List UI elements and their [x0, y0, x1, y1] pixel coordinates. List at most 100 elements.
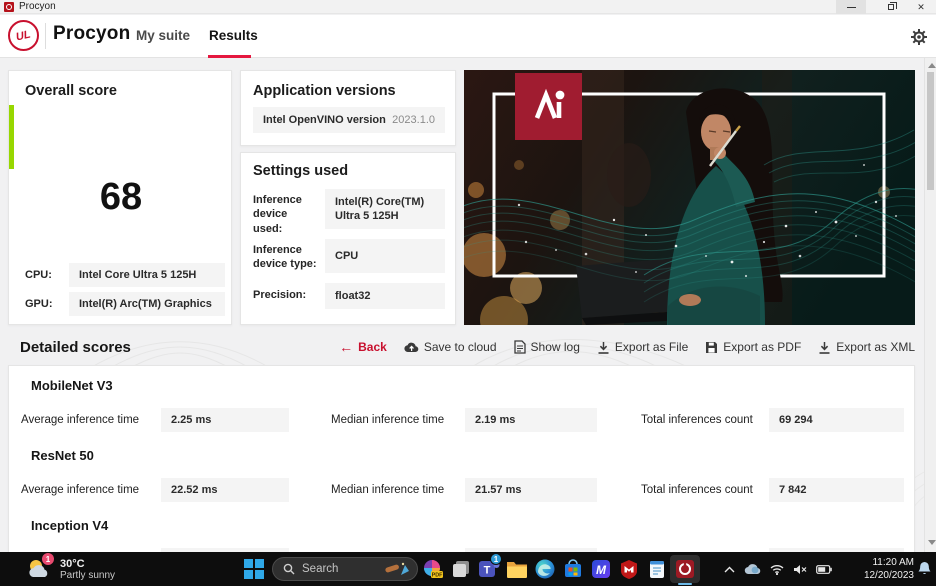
svg-text:M: M: [596, 563, 607, 577]
hero-image: [464, 70, 915, 325]
onedrive-icon[interactable]: [744, 563, 761, 575]
taskbar-app-designer[interactable]: PDF: [420, 557, 444, 581]
gpu-label: GPU:: [25, 298, 53, 310]
taskbar-app-procyon[interactable]: [670, 555, 700, 583]
document-icon: [513, 340, 526, 354]
notification-count-badge: 1: [42, 553, 54, 565]
cloud-upload-icon: [404, 342, 419, 353]
gpu-value-field: Intel(R) Arc(TM) Graphics: [69, 292, 225, 316]
start-button[interactable]: [244, 559, 264, 579]
notification-bell-icon[interactable]: [918, 561, 931, 581]
svg-text:PDF: PDF: [432, 572, 443, 578]
median-inference-label: Median inference time: [331, 484, 445, 496]
task-view-icon[interactable]: [449, 557, 473, 581]
export-as-xml-button[interactable]: Export as XML: [818, 340, 915, 354]
taskbar-app-edge[interactable]: [533, 557, 557, 581]
export-as-file-button[interactable]: Export as File: [597, 340, 688, 354]
model-name: MobileNet V3: [31, 378, 113, 393]
edge-icon: [535, 559, 555, 579]
tray-chevron-icon[interactable]: [724, 566, 735, 573]
taskbar-app-mcafee[interactable]: [617, 557, 641, 581]
taskbar-app-notepad[interactable]: [645, 557, 669, 581]
scrollbar-thumb[interactable]: [927, 72, 934, 190]
search-box[interactable]: Search: [272, 557, 418, 581]
window-title-bar: Procyon ✕: [0, 0, 936, 14]
svg-text:T: T: [484, 565, 491, 577]
weather-widget[interactable]: 1 30°C Partly sunny: [26, 553, 176, 583]
show-log-button[interactable]: Show log: [513, 340, 580, 354]
metric-row: Average inference time 22.52 ms Median i…: [9, 478, 916, 502]
system-tray: [724, 552, 854, 586]
action-bar: ← Back Save to cloud Show log Export as …: [339, 337, 915, 357]
score-accent-bar: [9, 105, 14, 169]
procyon-icon: [676, 560, 694, 578]
median-inference-label: Median inference time: [331, 414, 445, 426]
minimize-button[interactable]: [836, 0, 866, 14]
precision-field: float32: [325, 283, 445, 309]
download-icon: [819, 341, 830, 354]
application-versions-card: Application versions Intel OpenVINO vers…: [240, 70, 456, 146]
taskbar-app-m[interactable]: M: [589, 557, 613, 581]
color-swirl-icon: PDF: [424, 560, 443, 578]
tab-my-suite[interactable]: My suite: [136, 28, 190, 43]
openvino-version-value: 2023.1.0: [392, 114, 435, 126]
avg-inference-label: Average inference time: [21, 414, 140, 426]
overall-score-card: Overall score 68 CPU: Intel Core Ultra 5…: [8, 70, 232, 325]
inference-device-type-field: CPU: [325, 239, 445, 273]
download-icon: [598, 341, 609, 354]
taskbar-app-teams[interactable]: T 1: [477, 553, 502, 581]
vertical-scrollbar[interactable]: [924, 58, 936, 552]
save-to-cloud-button[interactable]: Save to cloud: [404, 340, 497, 354]
nav-divider: [45, 23, 46, 49]
settings-used-card: Settings used Inference device used: Int…: [240, 152, 456, 325]
restore-button[interactable]: [876, 0, 906, 14]
ai-logo-badge: [515, 73, 582, 140]
search-placeholder: Search: [302, 563, 339, 575]
inference-device-used-label: Inference device used:: [253, 194, 302, 235]
inference-device-used-field: Intel(R) Core(TM) Ultra 5 125H: [325, 189, 445, 229]
total-inferences-label: Total inferences count: [641, 484, 753, 496]
total-inferences-value: 7 842: [769, 478, 904, 502]
cpu-label: CPU:: [25, 269, 52, 281]
model-name: ResNet 50: [31, 448, 94, 463]
taskbar-app-file-explorer[interactable]: [505, 557, 529, 581]
app-icon: [4, 2, 14, 12]
taskbar-clock[interactable]: 11:20 AM 12/20/2023: [852, 556, 914, 582]
clock-time: 11:20 AM: [872, 557, 914, 568]
export-as-pdf-button[interactable]: Export as PDF: [705, 340, 801, 354]
tab-results[interactable]: Results: [209, 28, 258, 43]
wifi-icon[interactable]: [770, 564, 784, 575]
volume-muted-icon[interactable]: [793, 564, 807, 575]
folder-icon: [507, 562, 527, 578]
openvino-version-field: Intel OpenVINO version 2023.1.0: [253, 107, 445, 133]
ai-logo-icon: [534, 88, 564, 119]
avg-inference-value: 22.52 ms: [161, 478, 289, 502]
notepad-icon: [650, 561, 664, 578]
weather-temp: 30°C: [60, 557, 85, 570]
gear-icon[interactable]: [910, 28, 928, 46]
battery-icon[interactable]: [816, 564, 832, 574]
app-nav-bar: UL Procyon My suite Results: [0, 15, 936, 58]
median-inference-value: 21.57 ms: [465, 478, 597, 502]
save-icon: [706, 341, 718, 353]
overall-score-value: 68: [99, 176, 143, 218]
close-button[interactable]: ✕: [906, 0, 936, 14]
back-arrow-icon: ←: [339, 339, 354, 355]
search-highlight-art: [385, 562, 409, 575]
back-button[interactable]: ← Back: [339, 339, 387, 355]
scrollbar-down-arrow[interactable]: [928, 540, 936, 545]
teams-notification-badge: 1: [490, 553, 502, 565]
metric-row: Average inference time 2.25 ms Median in…: [9, 408, 916, 432]
ul-logo: UL: [8, 20, 39, 51]
detailed-scores-title: Detailed scores: [20, 339, 131, 356]
windows-taskbar: 1 30°C Partly sunny Search PDF T 1 M 11:…: [0, 552, 936, 586]
taskbar-app-store[interactable]: [561, 557, 585, 581]
search-icon: [283, 563, 295, 575]
median-inference-value: 2.19 ms: [465, 408, 597, 432]
window-title: Procyon: [19, 1, 56, 12]
overall-score-title: Overall score: [25, 83, 117, 99]
total-inferences-label: Total inferences count: [641, 414, 753, 426]
scrollbar-up-arrow[interactable]: [928, 63, 936, 68]
clock-date: 12/20/2023: [863, 570, 914, 581]
mcafee-shield-icon: [621, 560, 637, 579]
